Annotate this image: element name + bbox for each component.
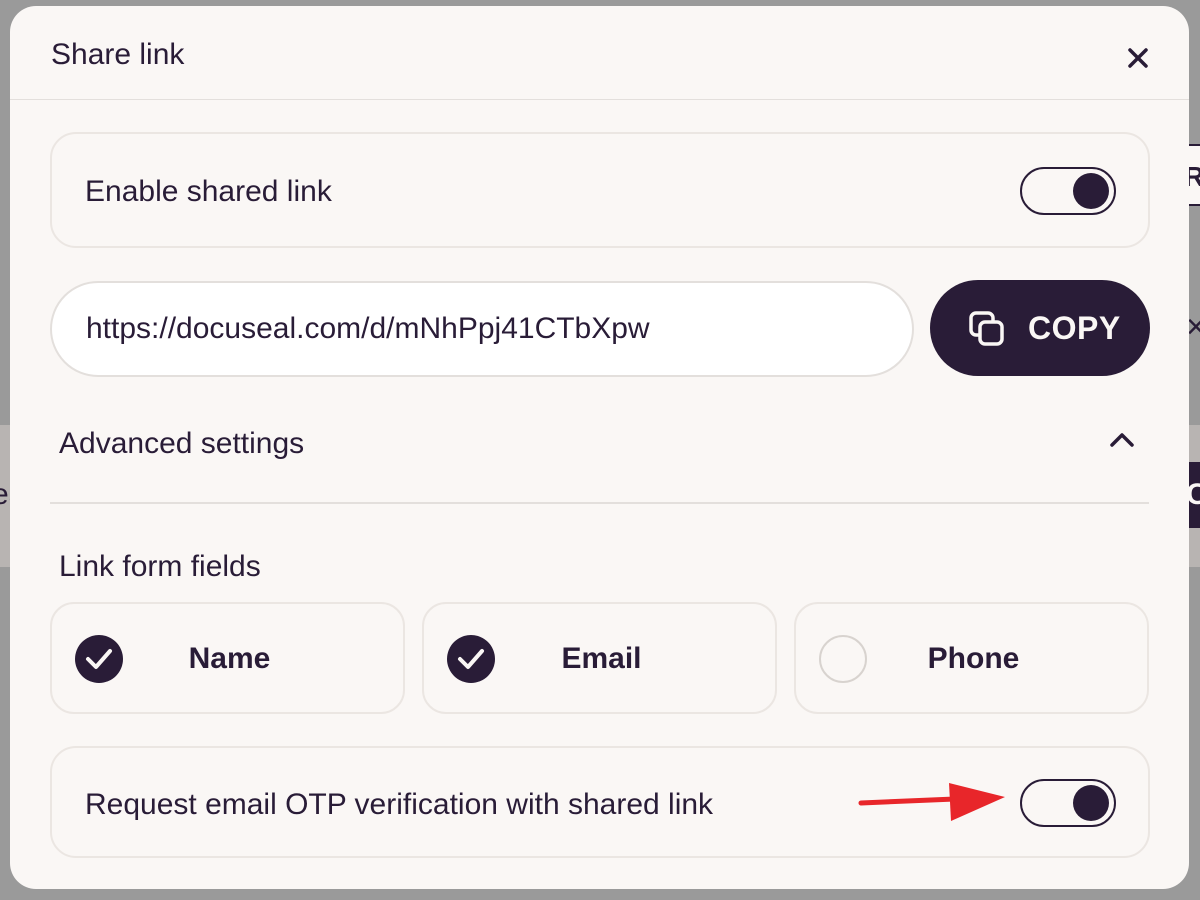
field-option-email[interactable]: Email <box>422 602 777 714</box>
field-option-phone[interactable]: Phone <box>794 602 1149 714</box>
chevron-up-icon <box>1110 433 1134 447</box>
enable-shared-link-toggle[interactable] <box>1020 167 1116 215</box>
field-option-name[interactable]: Name <box>50 602 405 714</box>
modal-title: Share link <box>51 38 185 71</box>
toggle-knob <box>1073 785 1109 821</box>
advanced-settings-label: Advanced settings <box>59 427 305 460</box>
red-arrow-icon <box>858 783 1005 821</box>
close-icon <box>1128 48 1148 68</box>
enable-shared-link-label: Enable shared link <box>85 175 332 208</box>
field-option-label: Email <box>561 642 642 675</box>
field-option-label: Name <box>188 642 271 675</box>
close-button[interactable] <box>1122 42 1154 74</box>
share-link-modal: Share link Enable shared link COPY Advan… <box>10 6 1189 889</box>
link-form-fields-label: Link form fields <box>59 550 261 583</box>
enable-shared-link-card: Enable shared link <box>50 132 1150 248</box>
toggle-knob <box>1073 173 1109 209</box>
copy-icon <box>969 311 1004 346</box>
copy-button[interactable]: COPY <box>930 280 1150 376</box>
otp-verification-label: Request email OTP verification with shar… <box>85 788 714 821</box>
modal-header: Share link <box>10 6 1189 100</box>
otp-verification-toggle[interactable] <box>1020 779 1116 827</box>
copy-button-label: COPY <box>1028 310 1121 346</box>
advanced-settings-toggle[interactable]: Advanced settings <box>50 401 1149 504</box>
field-option-label: Phone <box>927 642 1020 675</box>
share-url-input[interactable] <box>50 281 914 377</box>
